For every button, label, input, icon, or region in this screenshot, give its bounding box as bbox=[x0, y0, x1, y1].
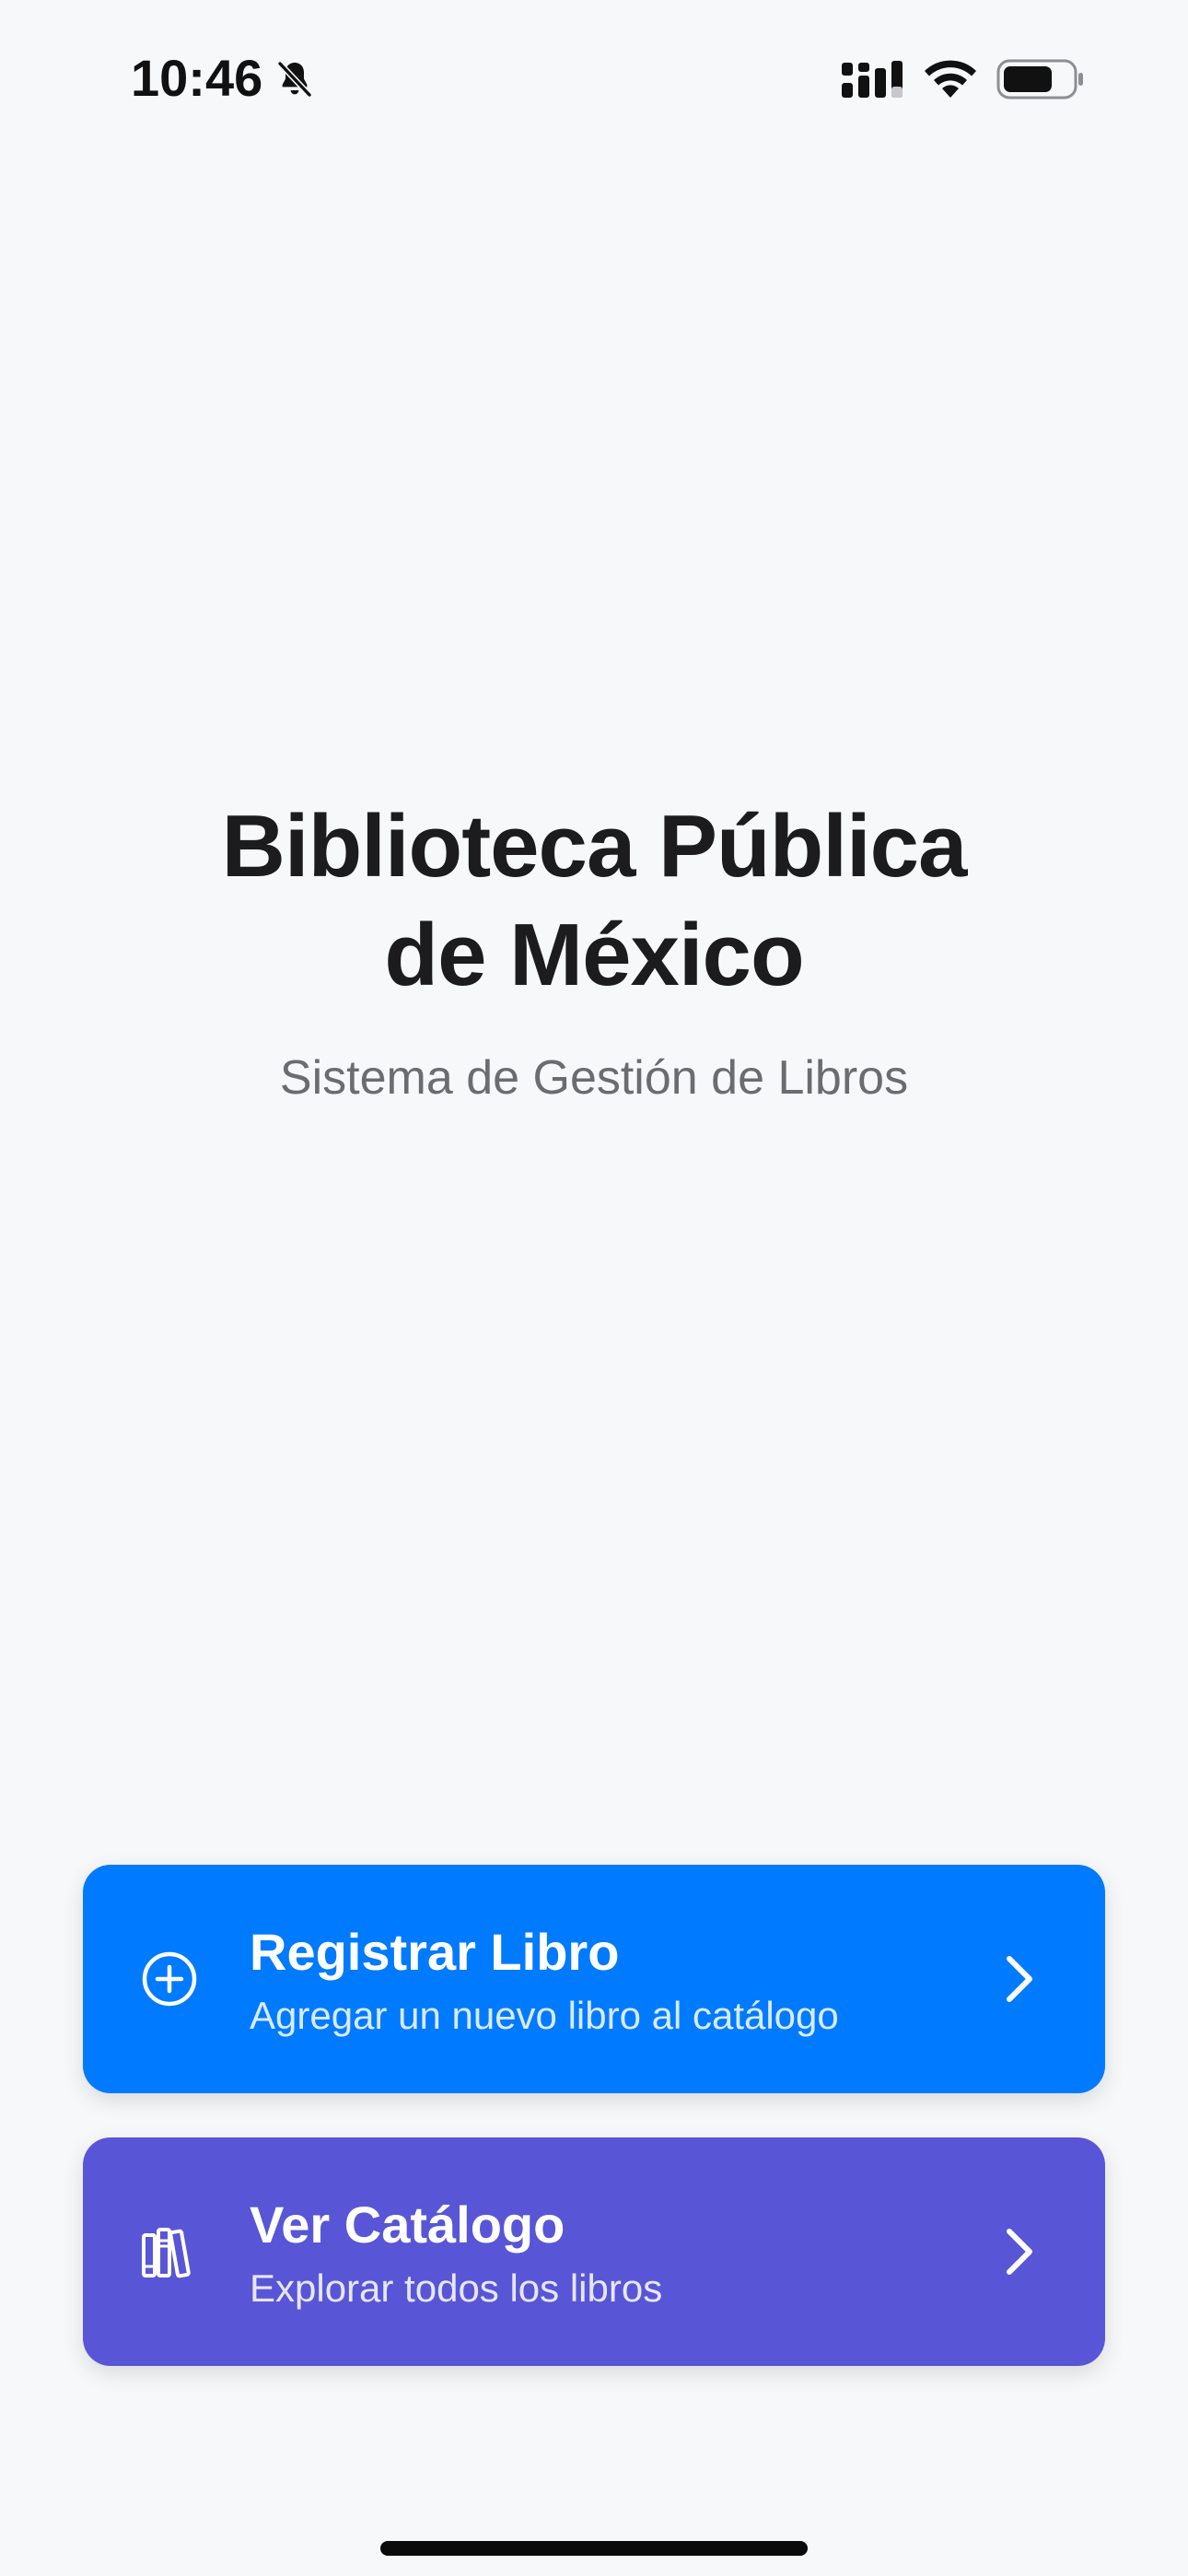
home-indicator[interactable] bbox=[380, 2541, 808, 2556]
plus-circle-icon bbox=[142, 1951, 197, 2007]
wifi-icon bbox=[925, 60, 976, 98]
page-title-line1: Biblioteca Pública bbox=[221, 797, 968, 896]
battery-icon bbox=[996, 59, 1083, 100]
books-icon bbox=[142, 2228, 191, 2278]
hero: Biblioteca Pública de México Sistema de … bbox=[0, 792, 1188, 1106]
page-title: Biblioteca Pública de México bbox=[0, 792, 1188, 1010]
view-catalog-title: Ver Catálogo bbox=[250, 2195, 565, 2254]
register-book-title: Registrar Libro bbox=[250, 1923, 620, 1981]
register-book-description: Agregar un nuevo libro al catálogo bbox=[250, 1994, 839, 2037]
cellular-signal-icon bbox=[842, 61, 903, 98]
view-catalog-description: Explorar todos los libros bbox=[250, 2266, 663, 2310]
chevron-right-icon bbox=[1007, 1956, 1032, 2002]
register-book-button[interactable]: Registrar Libro Agregar un nuevo libro a… bbox=[83, 1865, 1105, 2093]
bell-slash-icon bbox=[276, 60, 313, 99]
page-title-line2: de México bbox=[384, 906, 804, 1004]
status-time: 10:46 bbox=[131, 49, 263, 107]
chevron-right-icon bbox=[1007, 2229, 1032, 2275]
page-subtitle: Sistema de Gestión de Libros bbox=[279, 1051, 909, 1105]
view-catalog-button[interactable]: Ver Catálogo Explorar todos los libros bbox=[83, 2137, 1105, 2366]
status-bar: 10:46 bbox=[0, 0, 1188, 157]
